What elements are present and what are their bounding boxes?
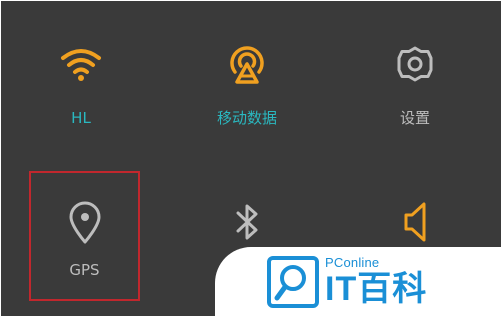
- gear-icon: [390, 39, 440, 89]
- wifi-icon: [56, 39, 106, 89]
- gps-toggle[interactable]: GPS: [29, 171, 140, 301]
- quick-settings-panel: HL 移动数据 设置 GPS PConline IT百科: [1, 1, 501, 316]
- pconline-watermark: PConline IT百科: [215, 247, 501, 316]
- watermark-subtitle: PConline: [325, 254, 380, 270]
- wifi-label: HL: [71, 109, 91, 127]
- settings-label: 设置: [399, 109, 430, 127]
- wifi-toggle[interactable]: HL: [31, 39, 131, 149]
- bluetooth-icon: [222, 197, 272, 247]
- watermark-title: IT百科: [325, 269, 428, 308]
- mobile-data-label: 移动数据: [216, 109, 277, 127]
- speaker-icon: [390, 197, 440, 247]
- location-pin-icon: [60, 197, 110, 247]
- settings-shortcut[interactable]: 设置: [365, 39, 465, 149]
- mobile-data-icon: [222, 39, 272, 89]
- search-logo-icon: [267, 255, 319, 308]
- mobile-data-toggle[interactable]: 移动数据: [197, 39, 297, 149]
- gps-label: GPS: [69, 261, 100, 279]
